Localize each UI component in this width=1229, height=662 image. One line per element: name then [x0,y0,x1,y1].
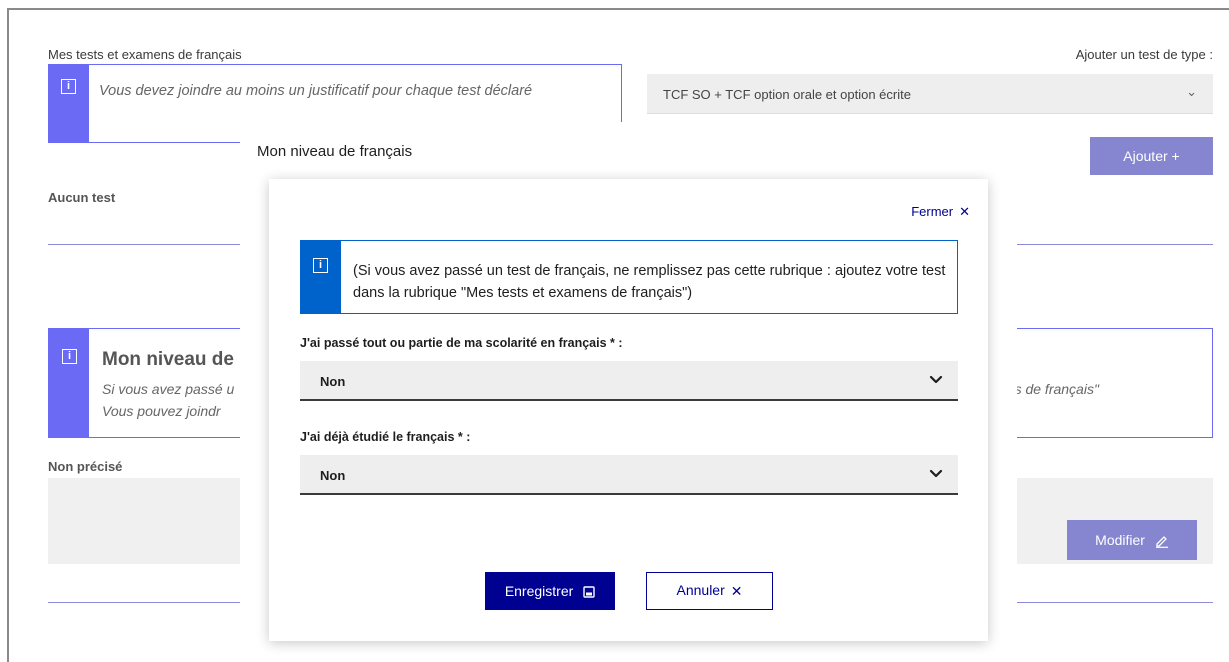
info-icon: i [313,258,328,273]
chevron-down-icon [929,469,943,478]
tests-section-label: Mes tests et examens de français [48,47,242,62]
save-button-label: Enregistrer [504,583,574,599]
modal-card: Fermer ✕ i (Si vous avez passé un test de… [269,179,988,641]
level-info-line1: Si vous avez passé u [102,381,235,397]
add-test-type-label: Ajouter un test de type : [1075,47,1213,62]
chevron-down-icon: ⌄ [1186,84,1197,99]
level-title: Mon niveau de [102,349,234,370]
add-test-button[interactable]: Ajouter + [1090,137,1213,175]
pencil-icon [1155,536,1168,549]
test-type-value: TCF SO + TCF option orale et option écri… [663,87,911,102]
level-info-line2: Vous pouvez joindr [102,403,221,419]
schooling-french-value: Non [320,374,346,389]
chevron-down-icon [929,375,943,384]
schooling-french-label: J'ai passé tout ou partie de ma scolarit… [300,336,623,350]
no-test-label: Aucun test [48,190,116,205]
info-icon: i [62,349,77,364]
cancel-button-label: Annuler [676,582,725,598]
save-icon [583,586,595,598]
tests-info-text: Vous devez joindre au moins un justifica… [99,83,533,99]
test-type-select[interactable]: TCF SO + TCF option orale et option écri… [647,74,1213,114]
close-icon: ✕ [730,582,743,599]
studied-french-label: J'ai déjà étudié le français * : [300,430,471,444]
modal-dialog: Mon niveau de français Fermer ✕ i (Si vou… [240,122,1017,662]
save-button[interactable]: Enregistrer [485,572,615,610]
modal-info-box: i (Si vous avez passé un test de françai… [300,240,958,314]
schooling-french-select[interactable]: Non [300,361,958,401]
close-button[interactable]: Fermer ✕ [911,204,970,220]
close-icon: ✕ [959,204,970,219]
not-specified-label: Non précisé [48,459,123,474]
modify-button[interactable]: Modifier [1067,520,1197,560]
studied-french-value: Non [320,468,346,483]
modal-title: Mon niveau de français [257,143,413,160]
info-icon: i [61,79,76,94]
close-label: Fermer [911,204,954,219]
modal-info-text: (Si vous avez passé un test de français,… [353,263,946,301]
modify-button-label: Modifier [1095,532,1145,548]
studied-french-select[interactable]: Non [300,455,958,495]
cancel-button[interactable]: Annuler ✕ [646,572,773,610]
